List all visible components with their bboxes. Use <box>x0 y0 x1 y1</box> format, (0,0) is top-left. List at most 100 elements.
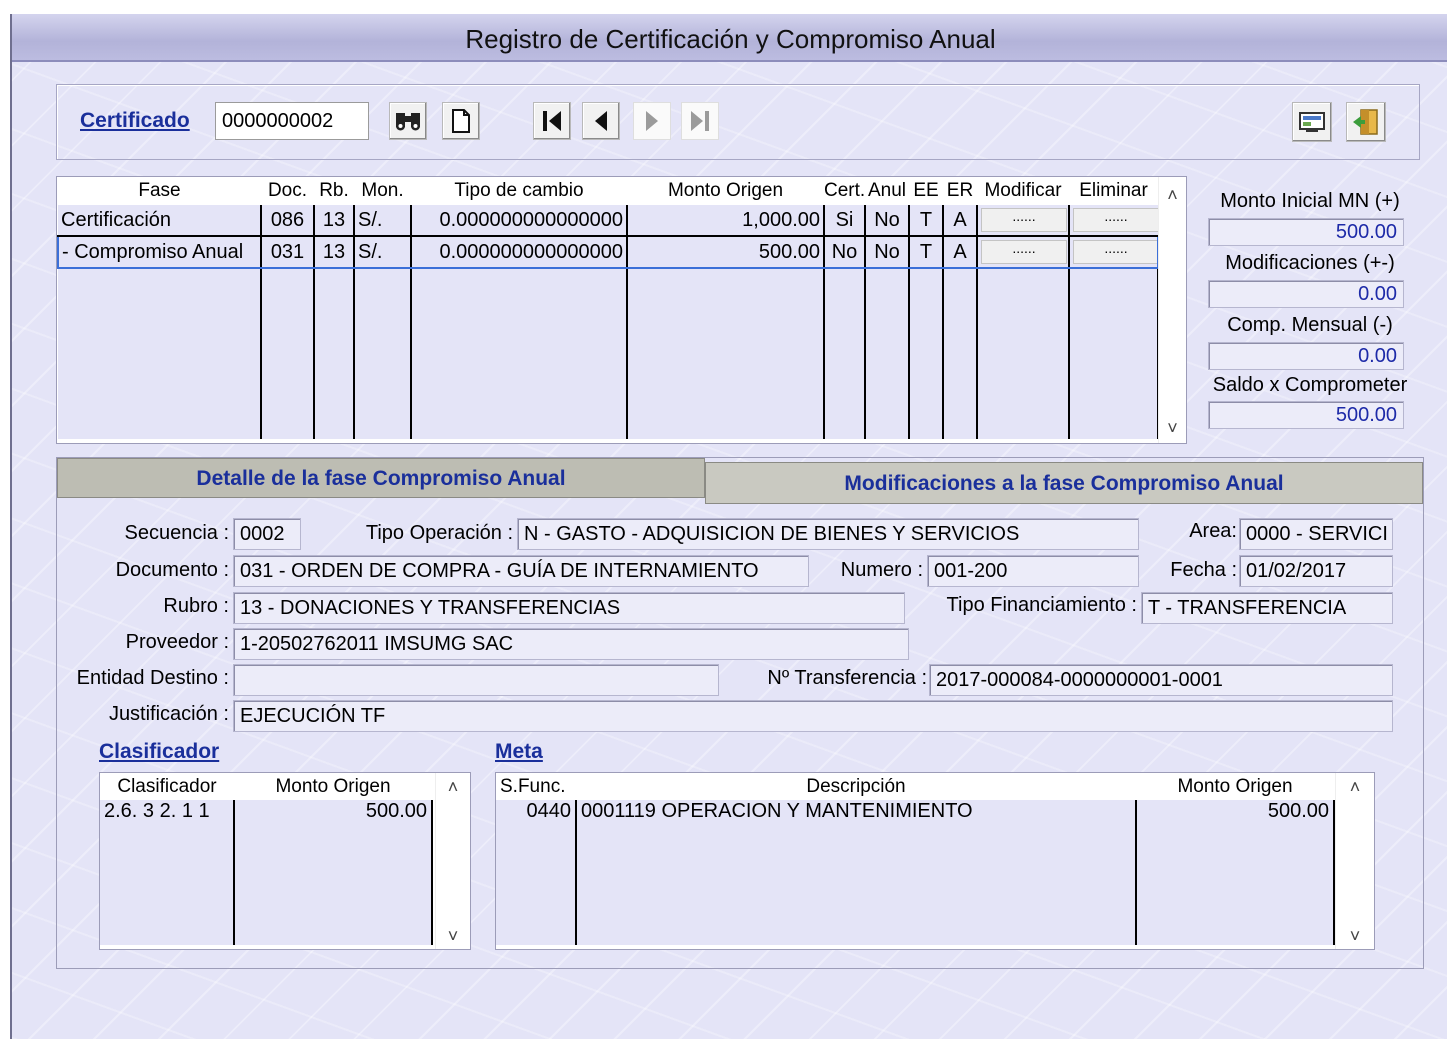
cell-monto: 500.00 <box>1135 800 1335 945</box>
meta-scrollbar[interactable]: ˄ ˅ <box>1335 773 1374 949</box>
col-rb[interactable]: Rb. <box>314 177 354 205</box>
documento-field[interactable]: 031 - ORDEN DE COMPRA - GUÍA DE INTERNAM… <box>233 555 809 587</box>
monto-inicial-value: 500.00 <box>1208 218 1404 246</box>
cell-tipo-cambio: 0.000000000000000 <box>410 235 627 269</box>
numero-field[interactable]: 001-200 <box>927 555 1139 587</box>
cell-fase: - Compromiso Anual <box>57 235 261 269</box>
rubro-field[interactable]: 13 - DONACIONES Y TRANSFERENCIAS <box>233 592 905 624</box>
table-row-selected[interactable]: - Compromiso Anual 031 13 S/. 0.00000000… <box>57 235 1159 269</box>
col-monto-origen[interactable]: Monto Origen <box>1136 773 1334 800</box>
table-row[interactable]: 0440 0001119 OPERACION Y MANTENIMIENTO 5… <box>496 800 1335 945</box>
fases-grid[interactable]: Fase Doc. Rb. Mon. Tipo de cambio Monto … <box>56 176 1187 444</box>
fecha-field[interactable]: 01/02/2017 <box>1239 555 1393 587</box>
chevron-up-icon[interactable]: ˄ <box>436 777 470 798</box>
tipo-operacion-field[interactable]: N - GASTO - ADQUISICION DE BIENES Y SERV… <box>517 518 1139 550</box>
last-record-icon <box>691 111 709 131</box>
proveedor-label: Proveedor : <box>125 631 229 653</box>
cell-ee: T <box>908 235 943 269</box>
col-sfunc[interactable]: S.Func. <box>496 773 576 800</box>
col-monto-origen[interactable]: Monto Origen <box>627 177 824 205</box>
col-ee[interactable]: EE <box>909 177 943 205</box>
comp-mensual-value: 0.00 <box>1208 342 1404 370</box>
search-button[interactable] <box>389 102 427 140</box>
col-descripcion[interactable]: Descripción <box>576 773 1136 800</box>
table-row[interactable]: Certificación 086 13 S/. 0.0000000000000… <box>58 205 1158 237</box>
empty-rows <box>58 268 1159 439</box>
meta-link[interactable]: Meta <box>495 740 543 764</box>
cell-tipo-cambio: 0.000000000000000 <box>410 205 627 237</box>
area-field[interactable]: 0000 - SERVICI <box>1239 518 1393 550</box>
meta-grid[interactable]: S.Func. Descripción Monto Origen 0440 00… <box>495 772 1375 950</box>
col-modificar[interactable]: Modificar <box>977 177 1069 205</box>
col-clasificador[interactable]: Clasificador <box>100 773 234 800</box>
clasificador-link[interactable]: Clasificador <box>99 740 219 764</box>
clasificador-scrollbar[interactable]: ˄ ˅ <box>435 773 470 949</box>
cell-descripcion: 0001119 OPERACION Y MANTENIMIENTO <box>575 800 1136 945</box>
cell-anul: No <box>864 235 909 269</box>
detail-tab-panel: Detalle de la fase Compromiso Anual Modi… <box>56 457 1424 969</box>
new-button[interactable] <box>442 102 480 140</box>
cell-rb: 13 <box>313 205 354 237</box>
entidad-destino-field[interactable] <box>233 664 719 696</box>
comp-mensual-label: Comp. Mensual (-) <box>1227 314 1393 336</box>
title-bar: Registro de Certificación y Compromiso A… <box>12 14 1447 62</box>
tab-modificaciones[interactable]: Modificaciones a la fase Compromiso Anua… <box>705 462 1423 504</box>
cell-er: A <box>942 235 977 269</box>
grid-scrollbar[interactable]: ˄ ˅ <box>1158 177 1186 443</box>
tab-detalle[interactable]: Detalle de la fase Compromiso Anual <box>57 458 705 498</box>
col-doc[interactable]: Doc. <box>261 177 314 205</box>
last-record-button[interactable] <box>681 102 719 140</box>
table-row[interactable]: 2.6. 3 2. 1 1 500.00 <box>100 800 433 945</box>
next-record-button[interactable] <box>633 102 671 140</box>
report-icon <box>1299 112 1325 132</box>
eliminar-button[interactable]: ...... <box>1073 240 1156 264</box>
modificaciones-label: Modificaciones (+-) <box>1225 252 1395 274</box>
binoculars-icon <box>396 113 420 131</box>
tipo-financiamiento-field[interactable]: T - TRANSFERENCIA <box>1141 592 1393 624</box>
documento-label: Documento : <box>115 559 229 581</box>
main-window: Registro de Certificación y Compromiso A… <box>10 14 1447 1039</box>
previous-record-button[interactable] <box>582 102 620 140</box>
chevron-up-icon[interactable]: ˄ <box>1159 185 1186 206</box>
cell-mon: S/. <box>353 235 411 269</box>
first-record-button[interactable] <box>533 102 571 140</box>
rubro-label: Rubro : <box>163 595 229 617</box>
proveedor-field[interactable]: 1-20502762011 IMSUMG SAC <box>233 628 909 660</box>
chevron-down-icon[interactable]: ˅ <box>436 926 470 947</box>
clasificador-grid[interactable]: Clasificador Monto Origen 2.6. 3 2. 1 1 … <box>99 772 471 950</box>
certificado-link[interactable]: Certificado <box>80 109 190 133</box>
col-er[interactable]: ER <box>943 177 977 205</box>
chevron-up-icon[interactable]: ˄ <box>1336 777 1374 798</box>
exit-button[interactable] <box>1346 102 1386 142</box>
saldo-label: Saldo x Comprometer <box>1212 374 1408 396</box>
first-record-icon <box>543 111 561 131</box>
cell-fase: Certificación <box>58 205 261 237</box>
exit-door-icon <box>1353 109 1378 135</box>
justificacion-field[interactable]: EJECUCIÓN TF <box>233 700 1393 732</box>
col-anul[interactable]: Anul <box>865 177 909 205</box>
cell-mon: S/. <box>353 205 411 237</box>
area-label: Area: <box>1189 520 1237 542</box>
cell-doc: 031 <box>260 235 314 269</box>
chevron-down-icon[interactable]: ˅ <box>1159 418 1186 439</box>
transferencia-field[interactable]: 2017-000084-0000000001-0001 <box>929 664 1393 696</box>
window-title: Registro de Certificación y Compromiso A… <box>465 24 996 54</box>
secuencia-field[interactable]: 0002 <box>233 518 301 550</box>
modificar-button[interactable]: ...... <box>981 208 1067 232</box>
col-tipo-cambio[interactable]: Tipo de cambio <box>411 177 627 205</box>
col-cert[interactable]: Cert. <box>824 177 865 205</box>
cell-monto: 500.00 <box>626 235 824 269</box>
cell-monto: 500.00 <box>233 800 433 945</box>
report-button[interactable] <box>1292 102 1332 142</box>
col-monto-origen[interactable]: Monto Origen <box>234 773 432 800</box>
modificar-button[interactable]: ...... <box>981 240 1067 264</box>
certificado-input[interactable]: 0000000002 <box>215 102 369 140</box>
cell-eliminar: ...... <box>1068 205 1158 237</box>
chevron-down-icon[interactable]: ˅ <box>1336 926 1374 947</box>
col-mon[interactable]: Mon. <box>354 177 411 205</box>
new-document-icon <box>452 109 470 133</box>
eliminar-button[interactable]: ...... <box>1073 208 1158 232</box>
monto-inicial-label: Monto Inicial MN (+) <box>1220 190 1400 212</box>
col-fase[interactable]: Fase <box>58 177 261 205</box>
col-eliminar[interactable]: Eliminar <box>1069 177 1158 205</box>
